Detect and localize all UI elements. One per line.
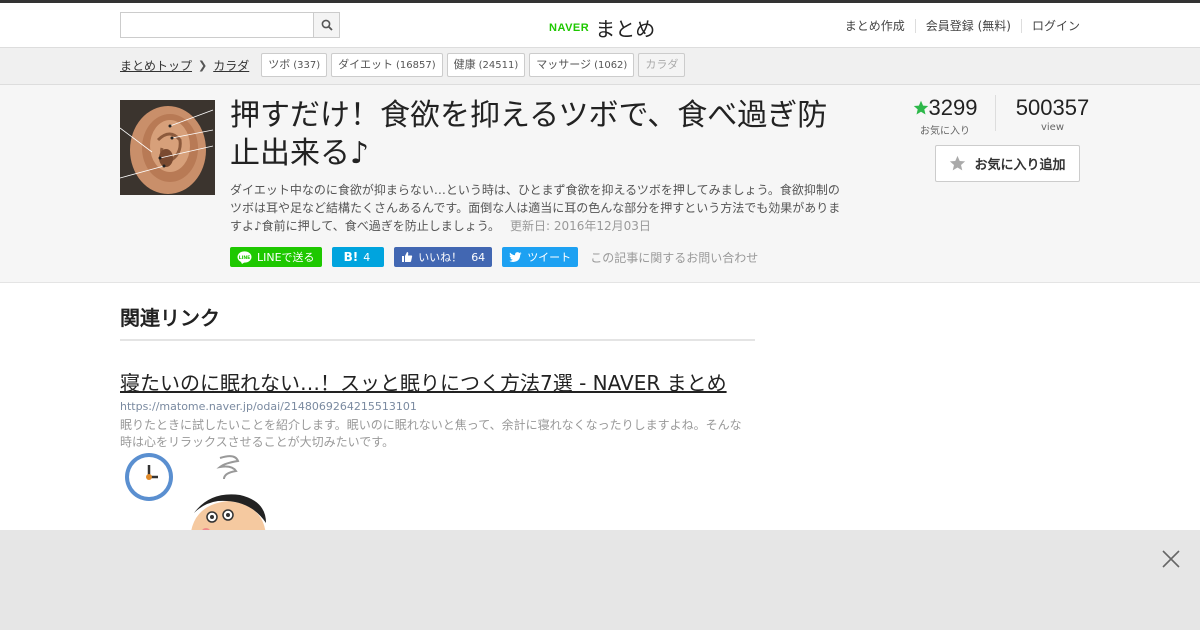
add-favorite-button[interactable]: お気に入り追加 (935, 145, 1080, 182)
header-nav: まとめ作成 会員登録 (無料) ログイン (835, 19, 1080, 33)
chevron-right-icon: ❯ (198, 58, 208, 72)
twitter-bird-icon (509, 251, 522, 262)
tag-tsubo[interactable]: ツボ (337) (261, 53, 328, 77)
view-count: 500357 (1015, 95, 1090, 120)
star-icon (913, 100, 928, 115)
main-content: 関連リンク 寝たいのに眠れない…！スッと眠りにつく方法7選 - NAVER まと… (120, 302, 755, 543)
bottom-ad-overlay (0, 530, 1200, 630)
article-thumbnail (120, 100, 215, 195)
article-description: ダイエット中なのに食欲が抑まらない…という時は、ひとまず食欲を抑えるツボを押して… (230, 181, 850, 235)
nav-login[interactable]: ログイン (1020, 19, 1080, 33)
facebook-like-count: 64 (471, 250, 486, 264)
view-label: view (1040, 122, 1065, 133)
facebook-like-label: いいね！ (418, 251, 463, 264)
favorite-count-row: 3299 (909, 95, 981, 121)
article-stats: 3299 お気に入り 500357 view (909, 95, 1095, 137)
nav-register[interactable]: 会員登録 (無料) (914, 19, 1021, 33)
logo-name: まとめ (595, 17, 656, 41)
related-link-title[interactable]: 寝たいのに眠れない…！スッと眠りにつく方法7選 - NAVER まとめ (120, 367, 755, 396)
favorite-label: お気に入り (920, 126, 970, 137)
tag-count: (24511) (478, 60, 519, 71)
star-outline-icon (950, 155, 966, 171)
tag-label: 健康 (453, 58, 476, 71)
view-stat: 500357 view (995, 95, 1095, 133)
tag-label: ダイエット (338, 58, 394, 71)
close-overlay-button[interactable] (1160, 548, 1182, 570)
line-share-label: LINEで送る (257, 251, 315, 264)
search-input[interactable] (121, 13, 313, 37)
search-icon (321, 19, 333, 31)
logo-brand: NAVER (549, 21, 590, 34)
tag-count: (16857) (396, 60, 436, 71)
facebook-like-button[interactable]: いいね！ 64 (394, 247, 493, 267)
svg-text:LINE: LINE (239, 254, 251, 260)
tag-count: (1062) (594, 60, 628, 71)
hatena-bookmark-button[interactable]: B! 4 (331, 247, 385, 267)
close-icon (1162, 550, 1180, 568)
tag-label: ツボ (268, 58, 291, 71)
hatena-icon: B! (343, 250, 359, 264)
line-share-button[interactable]: LINE LINEで送る (230, 247, 322, 267)
contact-link[interactable]: この記事に関するお問い合わせ (590, 249, 758, 266)
tag-list: ツボ (337) ダイエット (16857) 健康 (24511) マッサージ (106… (261, 53, 686, 77)
favorite-stat: 3299 お気に入り (909, 95, 981, 137)
updated-date: 更新日: 2016年12月03日 (509, 219, 651, 233)
tag-count: (337) (293, 60, 321, 71)
share-buttons: LINE LINEで送る B! 4 いいね！ 64 ツイート この記事に関するお… (230, 247, 758, 267)
tag-karada[interactable]: カラダ (638, 53, 686, 77)
tag-label: カラダ (645, 58, 679, 71)
tag-massage[interactable]: マッサージ (1062) (529, 53, 635, 77)
hatena-count: 4 (363, 250, 371, 264)
favorite-count: 3299 (928, 95, 978, 120)
related-link-description: 眠りたときに試したいことを紹介します。眠いのに眠れないと焦って、余計に寝れなくな… (120, 418, 742, 449)
breadcrumb-top[interactable]: まとめトップ (120, 57, 192, 74)
thumbs-up-icon (402, 252, 413, 262)
search-box (120, 12, 340, 38)
search-button[interactable] (313, 13, 339, 37)
tweet-button[interactable]: ツイート (502, 247, 579, 267)
tweet-label: ツイート (527, 251, 572, 264)
nav-create-matome[interactable]: まとめ作成 (835, 19, 915, 33)
ear-illustration (120, 100, 215, 195)
site-header: NAVER まとめ まとめ作成 会員登録 (無料) ログイン (0, 3, 1200, 48)
line-icon: LINE (237, 250, 252, 264)
tag-label: マッサージ (536, 58, 592, 71)
breadcrumb: まとめトップ ❯ カラダ ツボ (337) ダイエット (16857) 健康 (245… (120, 53, 686, 77)
related-link-url: https://matome.naver.jp/odai/21480692642… (120, 400, 417, 413)
article-title: 押すだけ！食欲を抑えるツボで、食べ過ぎ防止出来る♪ (230, 98, 828, 171)
section-heading: 関連リンク (120, 302, 755, 341)
breadcrumb-category[interactable]: カラダ (213, 57, 249, 74)
breadcrumb-bar: まとめトップ ❯ カラダ ツボ (337) ダイエット (16857) 健康 (245… (0, 48, 1200, 85)
tag-diet[interactable]: ダイエット (16857) (331, 53, 443, 77)
site-logo[interactable]: NAVER まとめ (549, 13, 655, 42)
add-favorite-label: お気に入り追加 (974, 158, 1066, 173)
article-header: 押すだけ！食欲を抑えるツボで、食べ過ぎ防止出来る♪ ダイエット中なのに食欲が抑ま… (0, 85, 1200, 283)
tag-health[interactable]: 健康 (24511) (446, 53, 526, 77)
